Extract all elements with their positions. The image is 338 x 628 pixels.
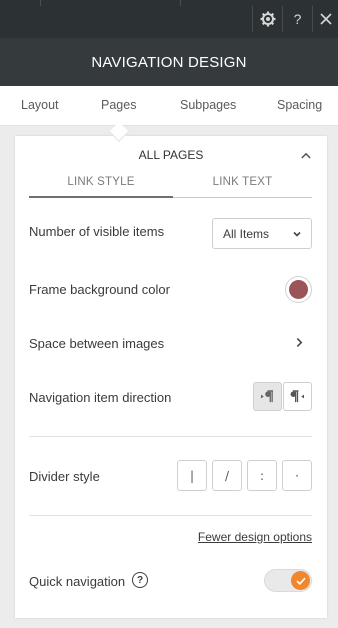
help-label: ? xyxy=(293,11,302,27)
settings-button[interactable] xyxy=(252,6,282,32)
section-title: ALL PAGES xyxy=(138,148,204,162)
panel-header: NAVIGATION DESIGN xyxy=(0,38,338,86)
divider-style-label: Divider style xyxy=(29,469,100,484)
settings-card: ALL PAGES LINK STYLE LINK TEXT Number of… xyxy=(15,136,327,618)
color-swatch xyxy=(289,280,308,299)
divider-line xyxy=(29,436,312,437)
visible-items-label: Number of visible items xyxy=(29,224,165,239)
space-images-open-button[interactable] xyxy=(293,335,305,349)
tab-layout[interactable]: Layout xyxy=(21,98,59,112)
gear-icon xyxy=(260,11,275,27)
panel-title: NAVIGATION DESIGN xyxy=(91,53,247,71)
divider-option-glyph: · xyxy=(295,468,299,483)
divider-option-glyph: : xyxy=(259,468,265,483)
divider-line xyxy=(29,515,312,516)
direction-ltr-button[interactable] xyxy=(253,382,282,411)
frame-bg-color-picker[interactable] xyxy=(285,276,312,303)
divider-option-slash[interactable]: / xyxy=(212,460,242,491)
toolbar-seam xyxy=(180,0,181,6)
divider-option-glyph: / xyxy=(224,468,230,483)
subtab-label: LINK TEXT xyxy=(212,176,273,188)
top-toolbar: ? xyxy=(0,0,338,38)
quick-nav-toggle[interactable] xyxy=(264,569,312,592)
fewer-options-link[interactable]: Fewer design options xyxy=(198,530,312,544)
direction-rtl-button[interactable] xyxy=(283,382,312,411)
toggle-knob xyxy=(291,571,310,590)
close-button[interactable] xyxy=(312,6,338,32)
divider-option-colon[interactable]: : xyxy=(247,460,277,491)
dropdown-value: All Items xyxy=(223,226,270,241)
item-direction-label: Navigation item direction xyxy=(29,390,172,405)
help-glyph: ? xyxy=(136,574,144,586)
visible-items-dropdown[interactable]: All Items xyxy=(212,218,312,249)
divider-option-glyph: | xyxy=(189,468,195,483)
subtab-label: LINK STYLE xyxy=(67,176,135,188)
subtab-link-text[interactable]: LINK TEXT xyxy=(173,176,312,198)
ltr-icon xyxy=(261,390,274,403)
chevron-up-icon xyxy=(301,152,311,159)
toolbar-seam xyxy=(40,0,41,6)
checkmark-icon xyxy=(295,577,306,585)
divider-option-dot[interactable]: · xyxy=(282,460,312,491)
close-icon xyxy=(319,13,332,25)
subtab-link-style[interactable]: LINK STYLE xyxy=(29,176,173,198)
frame-bg-label: Frame background color xyxy=(29,282,170,297)
quick-nav-label: Quick navigation xyxy=(29,574,126,589)
chevron-right-icon xyxy=(296,337,302,347)
divider-option-pipe[interactable]: | xyxy=(177,460,207,491)
help-button[interactable]: ? xyxy=(282,6,312,32)
tab-bar: Layout Pages Subpages Spacing xyxy=(0,86,338,126)
tab-spacing[interactable]: Spacing xyxy=(277,98,322,112)
space-images-label: Space between images xyxy=(29,336,165,351)
collapse-section-button[interactable] xyxy=(299,148,313,162)
quick-nav-help-icon[interactable]: ? xyxy=(132,572,148,588)
tab-subpages[interactable]: Subpages xyxy=(180,98,236,112)
chevron-down-icon xyxy=(293,231,301,237)
tab-pages[interactable]: Pages xyxy=(101,98,136,112)
rtl-icon xyxy=(290,390,304,403)
